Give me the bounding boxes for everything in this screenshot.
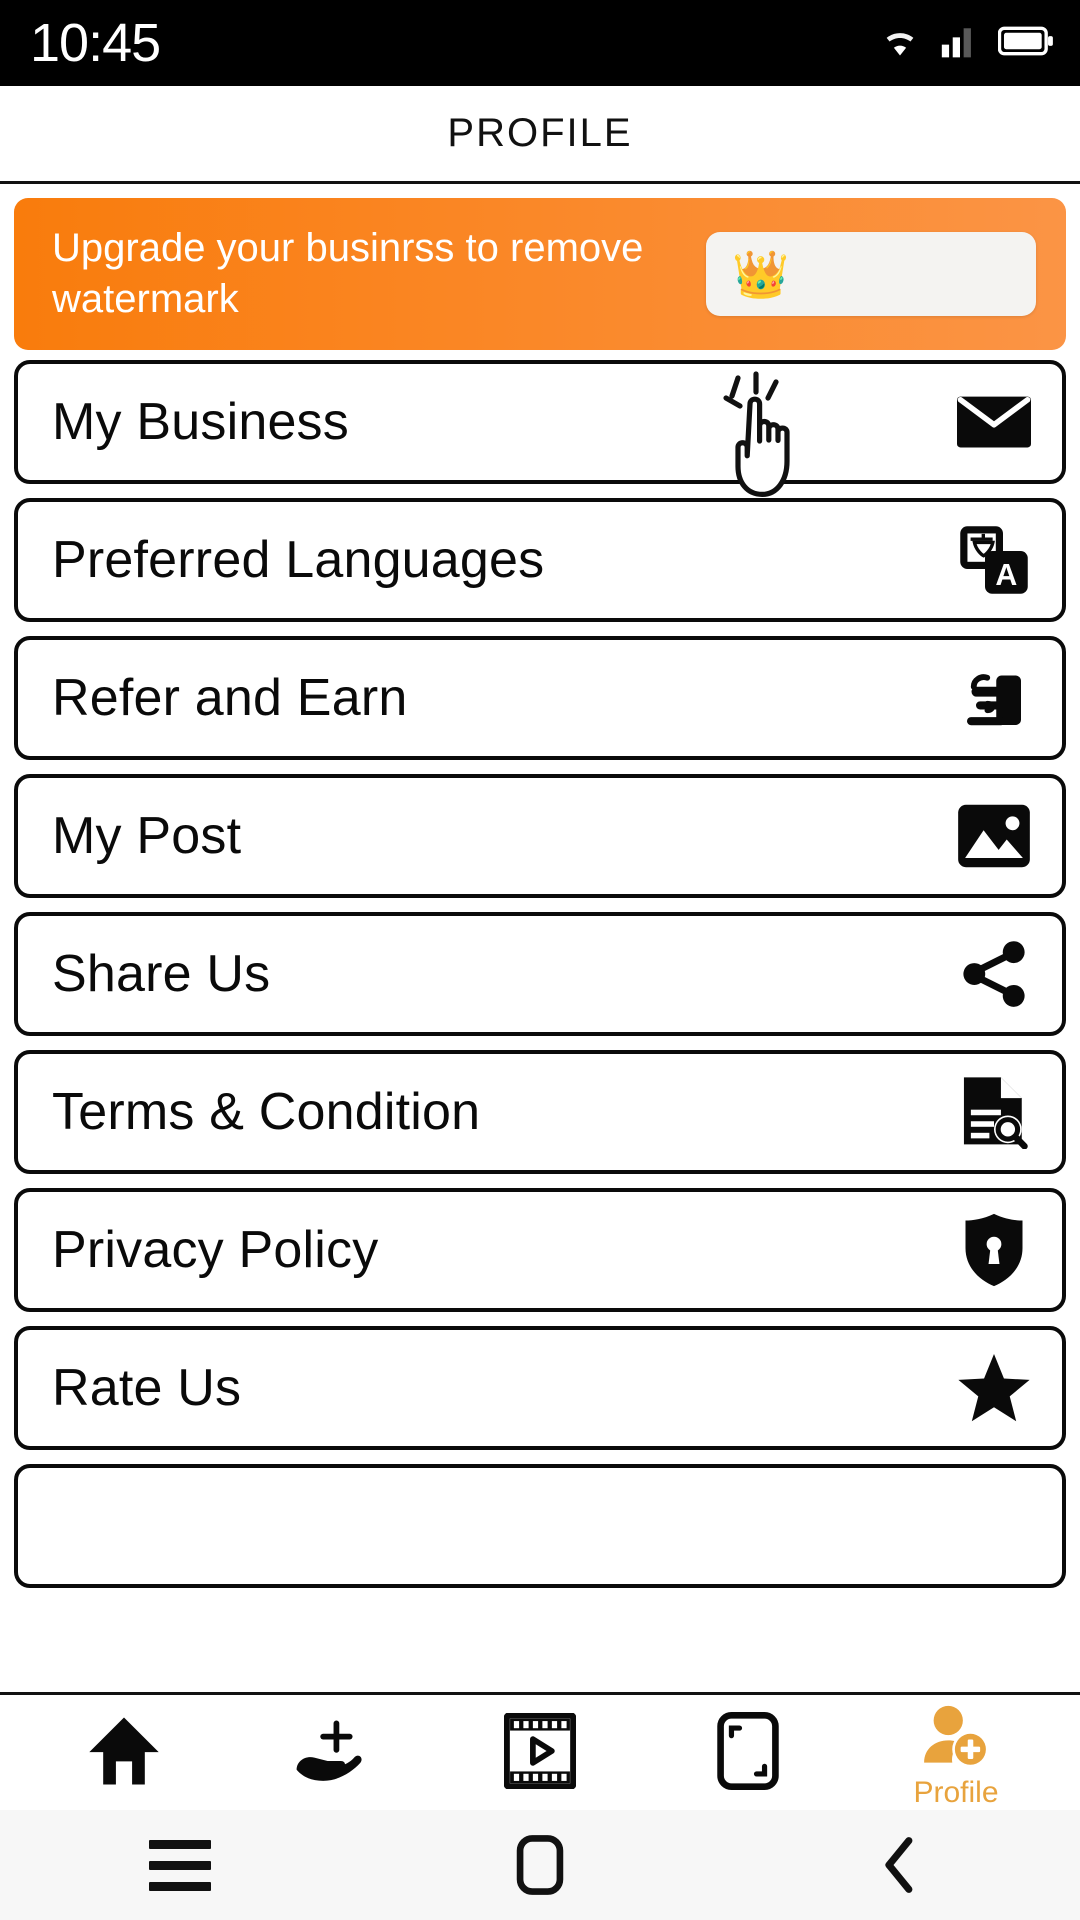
tab-home[interactable] — [49, 1713, 199, 1793]
menu-item-label: Privacy Policy — [52, 1221, 379, 1279]
frame-crop-icon — [717, 1711, 779, 1790]
back-chevron-icon[interactable] — [840, 1810, 960, 1920]
tab-profile[interactable]: Profile — [881, 1698, 1031, 1808]
profile-menu-list: My Business Preferred Languages A Refer … — [14, 360, 1066, 1588]
menu-item-share-us[interactable]: Share Us — [14, 912, 1066, 1036]
profile-content: Upgrade your businrss to remove watermar… — [0, 184, 1080, 1692]
video-film-icon — [504, 1712, 576, 1789]
status-icon-group — [878, 24, 1054, 63]
app-header: PROFILE — [0, 86, 1080, 184]
menu-item-label: My Business — [52, 393, 349, 451]
menu-item-privacy-policy[interactable]: Privacy Policy — [14, 1188, 1066, 1312]
upgrade-banner-message: Upgrade your businrss to remove watermar… — [52, 225, 644, 321]
translate-icon: A — [956, 522, 1032, 598]
hand-plus-icon — [290, 1713, 374, 1789]
status-time: 10:45 — [30, 13, 161, 73]
cellular-signal-icon — [940, 24, 980, 63]
tab-video[interactable] — [465, 1712, 615, 1793]
android-navigation-bar — [0, 1810, 1080, 1920]
recents-menu-icon[interactable] — [120, 1810, 240, 1920]
menu-item-label: My Post — [52, 807, 242, 865]
menu-item-my-business[interactable]: My Business — [14, 360, 1066, 497]
menu-item-label: Rate Us — [52, 1359, 242, 1417]
home-icon — [87, 1713, 161, 1789]
tab-label: Profile — [913, 1775, 999, 1809]
menu-item-label: Terms & Condition — [52, 1083, 481, 1141]
profile-add-icon — [920, 1698, 992, 1774]
menu-item-my-post[interactable]: My Post — [14, 774, 1066, 898]
document-search-icon — [956, 1074, 1032, 1150]
menu-item-label: Share Us — [52, 945, 271, 1003]
menu-item-rate-us[interactable]: Rate Us — [14, 1326, 1066, 1450]
tab-frame[interactable] — [673, 1711, 823, 1793]
svg-text:A: A — [995, 559, 1017, 592]
wifi-icon — [878, 24, 922, 63]
menu-item-terms-and-condition[interactable]: Terms & Condition — [14, 1050, 1066, 1174]
status-bar: 10:45 — [0, 0, 1080, 86]
hamburger-lines — [149, 1839, 211, 1891]
upgrade-button[interactable]: 👑 — [706, 232, 1036, 316]
home-square-icon[interactable] — [480, 1810, 600, 1920]
upgrade-banner[interactable]: Upgrade your businrss to remove watermar… — [14, 198, 1066, 350]
shield-lock-icon — [956, 1212, 1032, 1288]
share-icon — [956, 936, 1032, 1012]
page-title: PROFILE — [447, 111, 633, 155]
phone-screen: 10:45 PROFILE Upgrade your businrss to r… — [0, 0, 1080, 1920]
tab-add-post[interactable] — [257, 1713, 407, 1793]
crown-icon: 👑 — [732, 248, 790, 300]
image-icon — [956, 798, 1032, 874]
menu-item-refer-and-earn[interactable]: Refer and Earn — [14, 636, 1066, 760]
menu-item-label: Refer and Earn — [52, 669, 408, 727]
menu-item-preferred-languages[interactable]: Preferred Languages A — [14, 498, 1066, 622]
menu-item-label: Preferred Languages — [52, 531, 545, 589]
envelope-icon — [956, 384, 1032, 460]
refer-earn-icon — [956, 660, 1032, 736]
star-icon — [956, 1350, 1032, 1426]
bottom-tab-bar: Profile — [0, 1692, 1080, 1810]
battery-icon — [997, 25, 1054, 62]
menu-item-partial[interactable] — [14, 1464, 1066, 1588]
